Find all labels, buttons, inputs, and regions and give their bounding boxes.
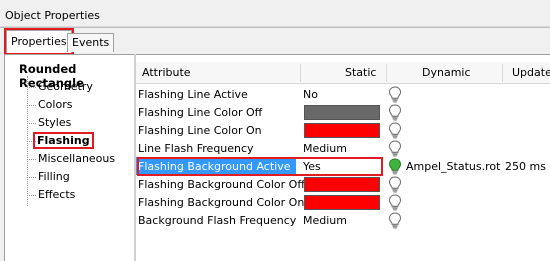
table-row[interactable]: Line Flash Frequency Medium	[136, 139, 550, 157]
attribute-name[interactable]: Line Flash Frequency	[138, 142, 254, 155]
lightbulb-icon[interactable]	[388, 122, 402, 139]
static-value[interactable]: Medium	[303, 142, 347, 155]
table-row[interactable]: Flashing Background Color Off	[136, 175, 550, 193]
attribute-grid: Attribute Static Dynamic Update Flashing…	[136, 62, 550, 261]
color-swatch[interactable]	[304, 105, 380, 120]
header-dynamic[interactable]: Dynamic	[422, 66, 471, 79]
lightbulb-icon[interactable]	[388, 212, 402, 229]
tree-branch	[27, 195, 36, 196]
selected-row-outline	[137, 157, 383, 176]
tree-item-effects[interactable]: Effects	[38, 188, 75, 201]
tab-properties[interactable]: Properties	[4, 28, 74, 55]
lightbulb-icon[interactable]	[388, 104, 402, 121]
table-row[interactable]: Background Flash Frequency Medium	[136, 211, 550, 229]
static-value[interactable]: Medium	[303, 214, 347, 227]
tree-branch	[27, 123, 36, 124]
tree-branch	[27, 87, 36, 88]
table-row[interactable]: Flashing Line Color On	[136, 121, 550, 139]
dynamic-tag[interactable]: Ampel_Status.rot	[406, 160, 500, 173]
attribute-name[interactable]: Background Flash Frequency	[138, 214, 296, 227]
table-row[interactable]: Flashing Line Color Off	[136, 103, 550, 121]
header-divider[interactable]	[300, 64, 301, 82]
attribute-name[interactable]: Flashing Line Color Off	[138, 106, 262, 119]
tab-events[interactable]: Events	[67, 33, 115, 52]
tree-item-colors[interactable]: Colors	[38, 98, 72, 111]
tree-item-miscellaneous[interactable]: Miscellaneous	[38, 152, 115, 165]
color-swatch[interactable]	[304, 177, 380, 192]
color-swatch[interactable]	[304, 195, 380, 210]
tree-item-styles[interactable]: Styles	[38, 116, 71, 129]
table-row[interactable]: Flashing Background Color On	[136, 193, 550, 211]
tree-item-geometry[interactable]: Geometry	[38, 80, 93, 93]
tree-branch	[27, 177, 36, 178]
grid-header: Attribute Static Dynamic Update	[136, 62, 550, 84]
header-divider[interactable]	[386, 64, 387, 82]
window-title: Object Properties	[5, 9, 100, 22]
tree-item-flashing[interactable]: Flashing	[33, 132, 94, 149]
header-attribute[interactable]: Attribute	[142, 66, 191, 79]
title-bar: Object Properties	[0, 0, 550, 27]
lightbulb-icon[interactable]	[388, 86, 402, 103]
header-update[interactable]: Update	[512, 66, 550, 79]
table-row[interactable]: Flashing Line Active No	[136, 85, 550, 103]
tree-item-filling[interactable]: Filling	[38, 170, 70, 183]
category-tree: Rounded Rectangle Geometry Colors Styles…	[8, 60, 134, 260]
update-cycle[interactable]: 250 ms	[505, 160, 546, 173]
attribute-name[interactable]: Flashing Line Active	[138, 88, 248, 101]
tab-strip: Properties Events	[0, 28, 550, 55]
color-swatch[interactable]	[304, 123, 380, 138]
header-divider[interactable]	[502, 64, 503, 82]
properties-panel: Rounded Rectangle Geometry Colors Styles…	[0, 54, 550, 261]
table-row[interactable]: Flashing Background Active Yes Ampel_Statu…	[136, 157, 550, 176]
lightbulb-icon[interactable]	[388, 194, 402, 211]
header-static[interactable]: Static	[345, 66, 376, 79]
attribute-name[interactable]: Flashing Background Color Off	[138, 178, 305, 191]
lightbulb-icon[interactable]	[388, 176, 402, 193]
lightbulb-on-icon[interactable]	[388, 158, 402, 175]
attribute-name[interactable]: Flashing Line Color On	[138, 124, 262, 137]
tree-branch	[27, 159, 36, 160]
static-value[interactable]: No	[303, 88, 318, 101]
lightbulb-icon[interactable]	[388, 140, 402, 157]
tree-branch	[27, 105, 36, 106]
attribute-name[interactable]: Flashing Background Color On	[138, 196, 304, 209]
